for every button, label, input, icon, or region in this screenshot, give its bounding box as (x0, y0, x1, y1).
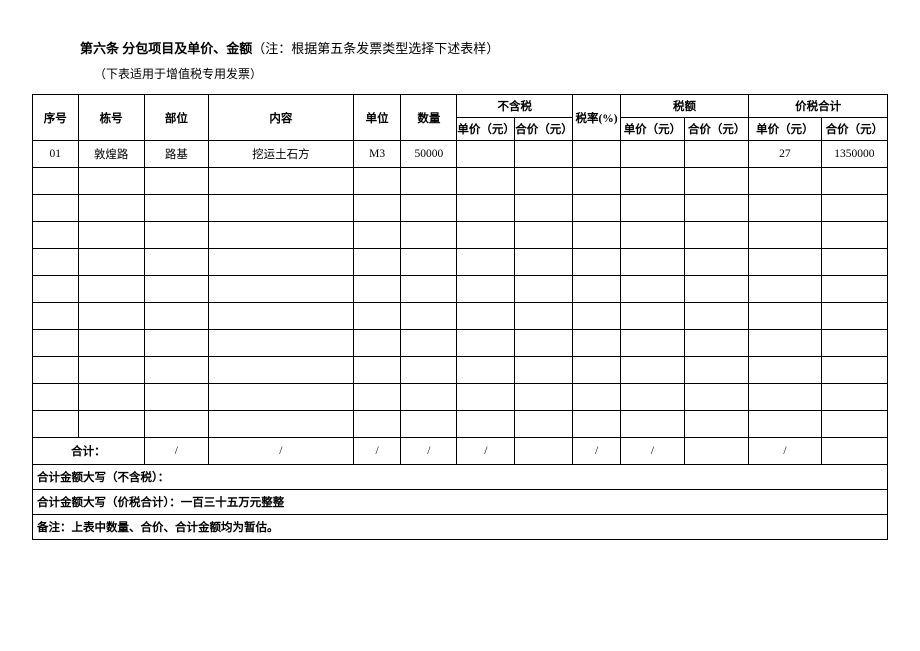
sum-slash: / (401, 438, 457, 465)
h-building: 栋号 (78, 95, 144, 141)
h-incl-tax: 价税合计 (749, 95, 888, 118)
h-qty: 数量 (401, 95, 457, 141)
sum-cell (515, 438, 573, 465)
footer-excl-text: 合计金额大写（不含税）： (33, 465, 888, 490)
h-excl-unit: 单价（元） (457, 118, 515, 141)
cell-incl-unit: 27 (749, 141, 821, 168)
heading-line: 第六条 分包项目及单价、金额（注：根据第五条发票类型选择下述表样） (32, 38, 888, 57)
table-row (33, 330, 888, 357)
clause-note: （注：根据第五条发票类型选择下述表样） (252, 41, 499, 56)
h-tax-total: 合价（元） (685, 118, 749, 141)
sum-slash: / (144, 438, 208, 465)
footer-excl: 合计金额大写（不含税）： (33, 465, 888, 490)
cell-part: 路基 (144, 141, 208, 168)
footer-remark: 备注：上表中数量、合价、合计金额均为暂估。 (33, 515, 888, 540)
table-row (33, 384, 888, 411)
cell-excl-unit (457, 141, 515, 168)
cell-building: 敦煌路 (78, 141, 144, 168)
cell-content: 挖运土石方 (208, 141, 353, 168)
cell-tax-total (685, 141, 749, 168)
sum-slash: / (620, 438, 684, 465)
cell-rate (573, 141, 621, 168)
h-incl-total: 合价（元） (821, 118, 887, 141)
table-row (33, 357, 888, 384)
cell-qty: 50000 (401, 141, 457, 168)
table-row (33, 303, 888, 330)
clause-title: 第六条 分包项目及单价、金额 (80, 41, 252, 56)
sum-slash: / (353, 438, 401, 465)
h-tax-amount: 税额 (620, 95, 748, 118)
h-tax-unit: 单价（元） (620, 118, 684, 141)
cell-unit: M3 (353, 141, 401, 168)
cell-seq: 01 (33, 141, 79, 168)
cell-tax-unit (620, 141, 684, 168)
table-row (33, 195, 888, 222)
sum-slash: / (457, 438, 515, 465)
sum-row: 合计： / / / / / / / / (33, 438, 888, 465)
table-row (33, 168, 888, 195)
h-excl-total: 合价（元） (515, 118, 573, 141)
h-seq: 序号 (33, 95, 79, 141)
footer-incl: 合计金额大写（价税合计）：一百三十五万元整整 (33, 490, 888, 515)
footer-remark-text: 备注：上表中数量、合价、合计金额均为暂估。 (33, 515, 888, 540)
table-row (33, 222, 888, 249)
table-row (33, 249, 888, 276)
sum-slash: / (573, 438, 621, 465)
h-excl-tax: 不含税 (457, 95, 573, 118)
h-unit: 单位 (353, 95, 401, 141)
h-content: 内容 (208, 95, 353, 141)
sum-label: 合计： (33, 438, 145, 465)
subtitle: （下表适用于增值税专用发票） (32, 65, 888, 82)
cell-incl-total: 1350000 (821, 141, 887, 168)
sum-cell (685, 438, 749, 465)
sum-cell (821, 438, 887, 465)
table-row (33, 411, 888, 438)
h-part: 部位 (144, 95, 208, 141)
sum-slash: / (208, 438, 353, 465)
h-incl-unit: 单价（元） (749, 118, 821, 141)
table-row: 01 敦煌路 路基 挖运土石方 M3 50000 27 1350000 (33, 141, 888, 168)
pricing-table: 序号 栋号 部位 内容 单位 数量 不含税 税率(%) 税额 价税合计 单价（元… (32, 94, 888, 540)
cell-excl-total (515, 141, 573, 168)
sum-slash: / (749, 438, 821, 465)
footer-incl-text: 合计金额大写（价税合计）：一百三十五万元整整 (33, 490, 888, 515)
table-row (33, 276, 888, 303)
h-rate: 税率(%) (573, 95, 621, 141)
header-row-1: 序号 栋号 部位 内容 单位 数量 不含税 税率(%) 税额 价税合计 (33, 95, 888, 118)
